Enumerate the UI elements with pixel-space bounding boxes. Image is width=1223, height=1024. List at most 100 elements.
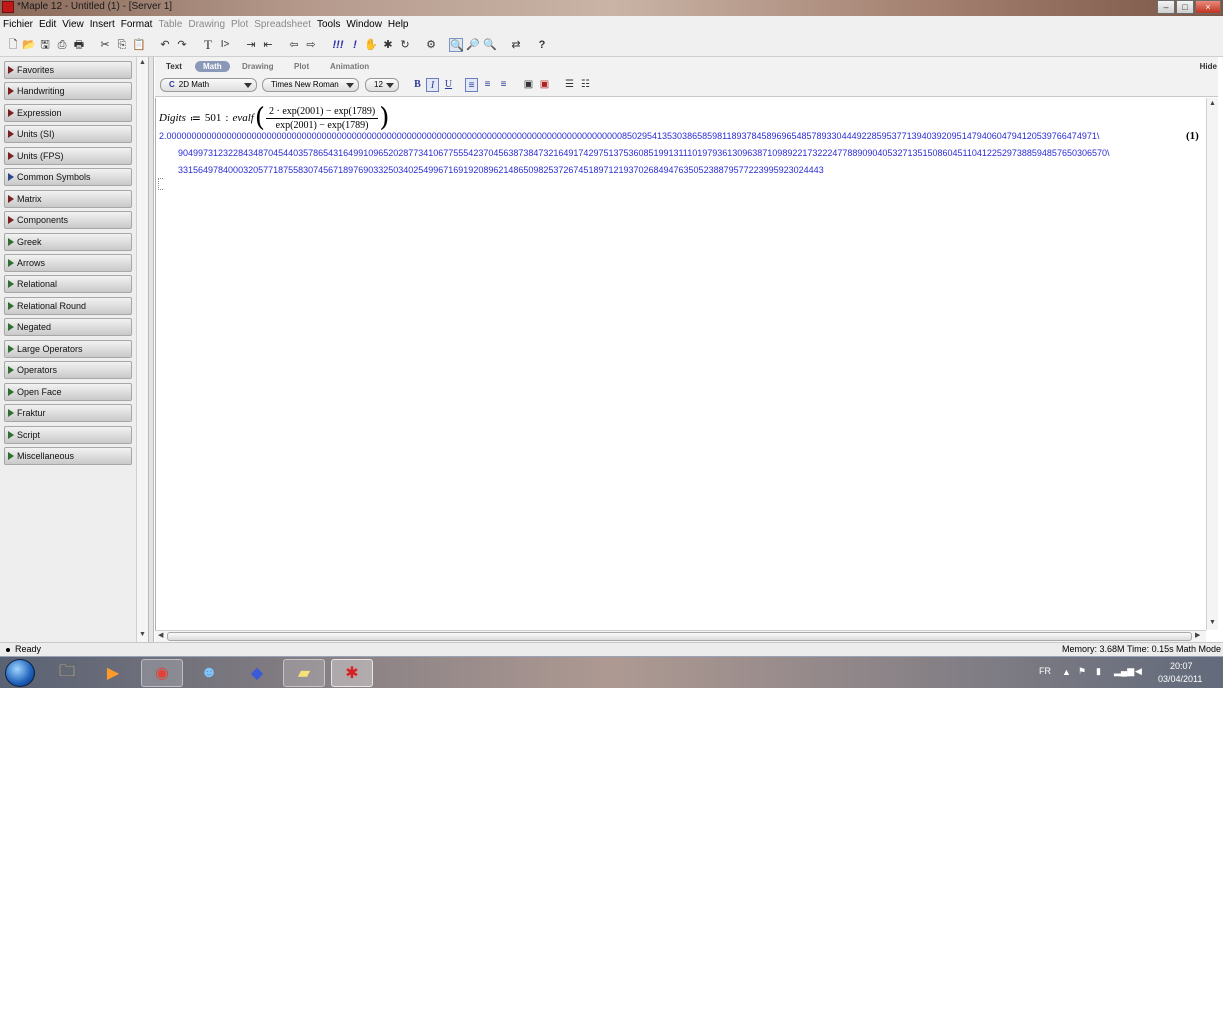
print-icon[interactable]: ⎙ bbox=[55, 38, 69, 52]
clock-time[interactable]: 20:07 bbox=[1170, 661, 1193, 671]
menu-plot[interactable]: Plot bbox=[231, 19, 248, 30]
menu-spreadsheet[interactable]: Spreadsheet bbox=[254, 19, 311, 30]
save-icon[interactable]: 🖫 bbox=[38, 38, 52, 52]
scroll-down-icon[interactable]: ▼ bbox=[139, 631, 146, 638]
highlight-color-icon[interactable]: ▣ bbox=[538, 78, 551, 92]
outdent-icon[interactable]: ⇤ bbox=[261, 38, 275, 52]
menu-format[interactable]: Format bbox=[121, 19, 153, 30]
palette-relational-round[interactable]: Relational Round bbox=[4, 297, 132, 315]
text-mode-icon[interactable]: T bbox=[201, 38, 215, 52]
cut-icon[interactable]: ✂ bbox=[98, 38, 112, 52]
new-document-icon[interactable]: 🗋 bbox=[6, 38, 20, 52]
palette-greek[interactable]: Greek bbox=[4, 233, 132, 251]
menu-table[interactable]: Table bbox=[158, 19, 182, 30]
clock-date[interactable]: 03/04/2011 bbox=[1158, 674, 1202, 684]
menu-insert[interactable]: Insert bbox=[90, 19, 115, 30]
tab-plot[interactable]: Plot bbox=[294, 62, 309, 71]
palette-favorites[interactable]: Favorites bbox=[4, 61, 132, 79]
scroll-up-icon[interactable]: ▲ bbox=[1209, 100, 1216, 107]
palette-operators[interactable]: Operators bbox=[4, 361, 132, 379]
menu-tools[interactable]: Tools bbox=[317, 19, 340, 30]
palette-script[interactable]: Script bbox=[4, 426, 132, 444]
hide-context-bar-button[interactable]: Hide bbox=[1200, 62, 1217, 71]
tab-animation[interactable]: Animation bbox=[330, 62, 369, 71]
redo-icon[interactable]: ↷ bbox=[175, 38, 189, 52]
align-left-icon[interactable]: ≡ bbox=[465, 78, 478, 92]
palette-matrix[interactable]: Matrix bbox=[4, 190, 132, 208]
palette-fraktur[interactable]: Fraktur bbox=[4, 404, 132, 422]
cube-app-icon[interactable]: ◆ bbox=[236, 659, 278, 687]
numbered-list-icon[interactable]: ☷ bbox=[579, 78, 592, 92]
settings-icon[interactable]: ⚙ bbox=[424, 38, 438, 52]
palette-negated[interactable]: Negated bbox=[4, 318, 132, 336]
font-color-icon[interactable]: ▣ bbox=[522, 78, 535, 92]
bullet-list-icon[interactable]: ☰ bbox=[563, 78, 576, 92]
palette-open-face[interactable]: Open Face bbox=[4, 383, 132, 401]
palette-units-fps[interactable]: Units (FPS) bbox=[4, 147, 132, 165]
messenger-icon[interactable]: ☻ bbox=[188, 659, 230, 687]
show-hidden-icons-icon[interactable]: ▲ bbox=[1062, 667, 1071, 677]
language-indicator[interactable]: FR bbox=[1039, 666, 1051, 676]
menu-window[interactable]: Window bbox=[346, 19, 382, 30]
open-icon[interactable]: 📂 bbox=[22, 38, 36, 52]
math-mode-icon[interactable]: I> bbox=[218, 38, 232, 52]
volume-icon[interactable]: ◀ bbox=[1135, 666, 1142, 677]
maximize-button[interactable]: □ bbox=[1176, 0, 1194, 14]
palette-relational[interactable]: Relational bbox=[4, 275, 132, 293]
menu-edit[interactable]: Edit bbox=[39, 19, 56, 30]
stop-icon[interactable]: ✋ bbox=[364, 38, 378, 52]
help-icon[interactable]: ? bbox=[535, 38, 549, 52]
palette-splitter[interactable] bbox=[149, 57, 154, 642]
menu-fichier[interactable]: Fichier bbox=[3, 19, 33, 30]
zoom-in-icon[interactable]: 🔎 bbox=[466, 38, 480, 52]
scroll-up-icon[interactable]: ▲ bbox=[139, 59, 146, 66]
palette-common-symbols[interactable]: Common Symbols bbox=[4, 168, 132, 186]
font-select[interactable]: Times New Roman bbox=[262, 78, 359, 92]
palette-large-operators[interactable]: Large Operators bbox=[4, 340, 132, 358]
network-icon[interactable]: ▂▄▆ bbox=[1114, 666, 1134, 677]
tab-math[interactable]: Math bbox=[195, 61, 230, 72]
start-button[interactable] bbox=[5, 659, 35, 687]
execute-icon[interactable]: ! bbox=[348, 38, 362, 52]
back-icon[interactable]: ⇦ bbox=[287, 38, 301, 52]
print-preview-icon[interactable]: 🖶 bbox=[72, 38, 86, 52]
italic-button[interactable]: I bbox=[426, 78, 439, 92]
worksheet-vertical-scrollbar[interactable]: ▲ ▼ bbox=[1206, 98, 1218, 630]
palette-miscellaneous[interactable]: Miscellaneous bbox=[4, 447, 132, 465]
toggle-icon[interactable]: ⇄ bbox=[509, 38, 523, 52]
align-center-icon[interactable]: ≡ bbox=[481, 78, 494, 92]
underline-button[interactable]: U bbox=[442, 78, 455, 92]
zoom-100-icon[interactable]: 🔍 bbox=[449, 38, 464, 52]
maple-icon[interactable]: ✱ bbox=[331, 659, 373, 687]
input-mode-select[interactable]: C 2D Math bbox=[160, 78, 257, 92]
scroll-right-icon[interactable]: ▶ bbox=[1195, 631, 1200, 639]
sticky-notes-icon[interactable]: ▰ bbox=[283, 659, 325, 687]
palette-components[interactable]: Components bbox=[4, 211, 132, 229]
worksheet-horizontal-scrollbar[interactable]: ◀ ▶ bbox=[155, 630, 1206, 642]
input-prompt[interactable] bbox=[158, 178, 163, 190]
tab-text[interactable]: Text bbox=[166, 62, 182, 71]
chrome-icon[interactable]: ◉ bbox=[141, 659, 183, 687]
menu-view[interactable]: View bbox=[62, 19, 84, 30]
menu-drawing[interactable]: Drawing bbox=[188, 19, 225, 30]
palette-scrollbar[interactable]: ▲ ▼ bbox=[136, 57, 148, 642]
paste-icon[interactable]: 📋 bbox=[132, 38, 146, 52]
copy-icon[interactable]: ⎘ bbox=[115, 38, 129, 52]
align-right-icon[interactable]: ≡ bbox=[497, 78, 510, 92]
palette-handwriting[interactable]: Handwriting bbox=[4, 82, 132, 100]
palette-units-si[interactable]: Units (SI) bbox=[4, 125, 132, 143]
debug-icon[interactable]: ✱ bbox=[381, 38, 395, 52]
zoom-out-icon[interactable]: 🔍 bbox=[483, 38, 497, 52]
palette-arrows[interactable]: Arrows bbox=[4, 254, 132, 272]
worksheet[interactable]: Digits ≔ 501 : evalf ( 2 · exp(2001) − e… bbox=[155, 98, 1206, 630]
font-size-select[interactable]: 12 bbox=[365, 78, 399, 92]
undo-icon[interactable]: ↶ bbox=[158, 38, 172, 52]
action-center-flag-icon[interactable]: ⚑ bbox=[1078, 666, 1086, 677]
execute-all-icon[interactable]: !!! bbox=[329, 38, 347, 52]
close-button[interactable]: × bbox=[1195, 0, 1221, 14]
horizontal-scroll-thumb[interactable] bbox=[167, 632, 1192, 641]
scroll-down-icon[interactable]: ▼ bbox=[1209, 619, 1216, 626]
power-icon[interactable]: ▮ bbox=[1096, 666, 1101, 677]
media-player-icon[interactable]: ▶ bbox=[92, 659, 134, 687]
explorer-icon[interactable]: 🗀 bbox=[46, 659, 88, 687]
